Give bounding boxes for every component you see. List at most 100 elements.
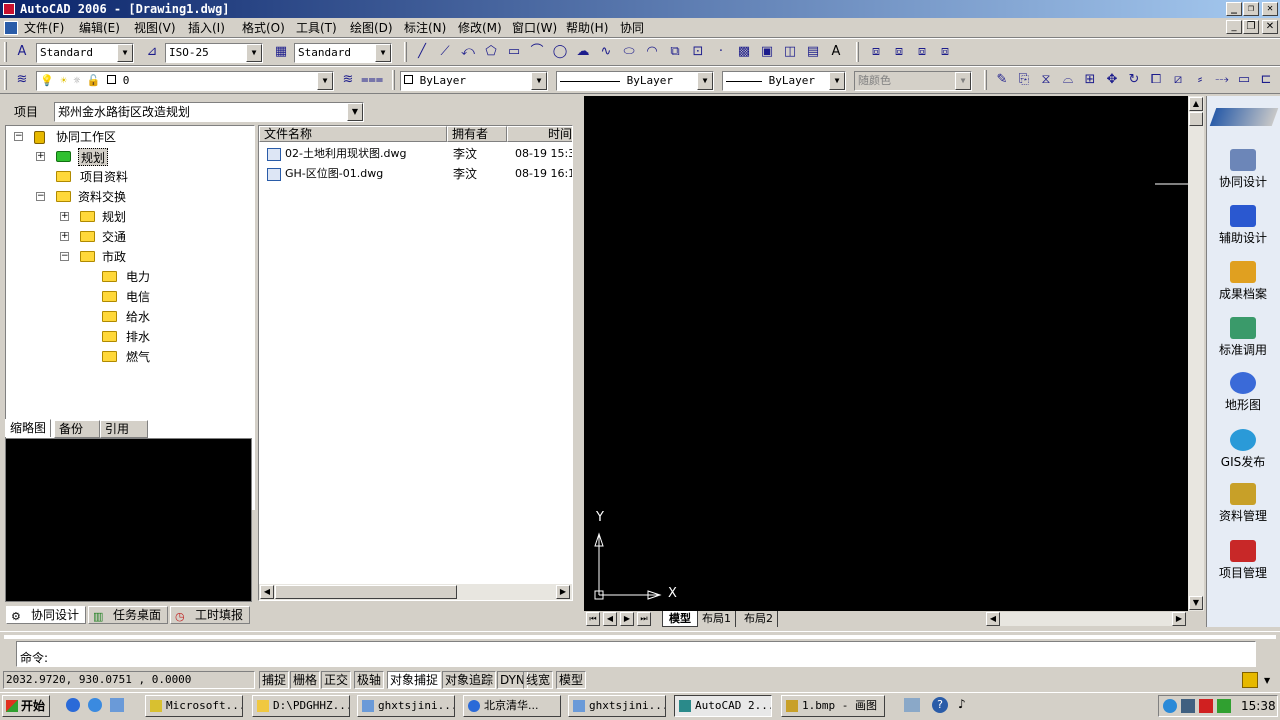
canvas-hscrollbar[interactable]: ◀ ▶	[986, 612, 1186, 626]
break-icon[interactable]: ▭	[1234, 70, 1254, 90]
lineweight-select[interactable]: ByLayer ▼	[722, 71, 846, 91]
scroll-left-icon[interactable]: ◀	[986, 612, 1000, 626]
layer-on-icon[interactable]: 💡	[40, 74, 54, 87]
chevron-down-icon[interactable]: ▼	[317, 72, 333, 90]
tab-task-desktop[interactable]: ▥ 任务桌面	[88, 606, 168, 624]
table-icon[interactable]: ▤	[803, 42, 823, 62]
collapse-icon[interactable]: −	[60, 252, 69, 261]
hatch-icon[interactable]: ▩	[734, 42, 754, 62]
menu-draw[interactable]: 绘图(D)	[346, 20, 397, 36]
expand-icon[interactable]: +	[60, 232, 69, 241]
osnap-toggle[interactable]: 对象捕捉	[387, 671, 442, 689]
send-back-icon[interactable]: ⧈	[889, 42, 909, 62]
toolbar-grip[interactable]	[4, 70, 7, 90]
revision-cloud-icon[interactable]: ☁	[573, 42, 593, 62]
dim-style-icon[interactable]: ⊿	[142, 42, 162, 62]
toolbar-grip[interactable]	[4, 42, 7, 62]
menu-collab[interactable]: 协同	[616, 20, 648, 36]
arc-icon[interactable]: ⌒	[527, 42, 547, 62]
gradient-icon[interactable]: ▣	[757, 42, 777, 62]
make-layer-current-icon[interactable]: ≋	[338, 70, 358, 90]
autocad-app-icon[interactable]	[3, 3, 15, 15]
scroll-left-icon[interactable]: ◀	[260, 585, 274, 599]
lineweight-toggle[interactable]: 线宽	[523, 671, 554, 689]
antivirus-icon[interactable]	[1199, 699, 1213, 713]
multiline-text-icon[interactable]: A	[826, 42, 846, 62]
otrack-toggle[interactable]: 对象追踪	[442, 671, 497, 689]
menu-dimension[interactable]: 标注(N)	[400, 20, 450, 36]
stretch-icon[interactable]: ⧄	[1168, 70, 1188, 90]
menu-window[interactable]: 窗口(W)	[508, 20, 561, 36]
ellipse-icon[interactable]: ⬭	[619, 42, 639, 62]
col-header-name[interactable]: 文件名称	[259, 126, 447, 142]
layer-viewport-icon[interactable]: ☼	[74, 74, 81, 87]
next-tab-icon[interactable]: ▶	[620, 612, 634, 626]
menu-format[interactable]: 格式(O)	[238, 20, 289, 36]
expand-icon[interactable]: +	[60, 212, 69, 221]
scroll-thumb[interactable]	[1189, 112, 1203, 126]
sidebar-item-standards[interactable]: 标准调用	[1210, 317, 1276, 358]
statusbar-menu-icon[interactable]: ▼	[1264, 676, 1270, 685]
linetype-select[interactable]: ByLayer ▼	[556, 71, 714, 91]
collapse-icon[interactable]: −	[36, 192, 45, 201]
layer-previous-icon[interactable]: ⩶	[361, 70, 383, 90]
layer-lock-icon[interactable]: 🔓	[87, 74, 101, 87]
chevron-down-icon[interactable]: ▼	[117, 44, 133, 62]
show-desktop-icon[interactable]	[110, 698, 124, 712]
sidebar-item-terrain[interactable]: 地形图	[1210, 372, 1276, 413]
canvas-vscrollbar[interactable]: ▲ ▼	[1188, 96, 1204, 611]
network-icon[interactable]	[904, 698, 920, 712]
col-header-time[interactable]: 时间	[507, 126, 572, 142]
rectangle-icon[interactable]: ▭	[504, 42, 524, 62]
ie-icon[interactable]	[66, 698, 80, 712]
project-select[interactable]: 郑州金水路街区改造规划 ▼	[54, 102, 364, 122]
join-icon[interactable]: ⊏	[1256, 70, 1276, 90]
erase-icon[interactable]: ✎	[992, 70, 1012, 90]
close-icon[interactable]: ✕	[1262, 2, 1278, 16]
col-header-owner[interactable]: 拥有者	[447, 126, 507, 142]
toolbar-grip[interactable]	[984, 70, 987, 90]
text-style-icon[interactable]: A	[12, 42, 32, 62]
tab-layout1[interactable]: 布局1	[698, 611, 736, 627]
copy-icon[interactable]: ⎘	[1014, 70, 1034, 90]
taskbar-item-explorer[interactable]: D:\PDGHHZ...	[252, 695, 350, 717]
table-style-icon[interactable]: ▦	[271, 42, 291, 62]
coordinate-display[interactable]: 2032.9720, 930.0751 , 0.0000	[3, 671, 255, 689]
chevron-down-icon[interactable]: ▼	[246, 44, 262, 62]
tray-app-icon[interactable]	[1217, 699, 1231, 713]
sidebar-header-icon[interactable]	[1209, 108, 1279, 126]
extend-icon[interactable]: ⤏	[1212, 70, 1232, 90]
file-list-hscrollbar[interactable]: ◀ ▶	[259, 584, 572, 600]
mirror-icon[interactable]: ⧖	[1036, 70, 1056, 90]
model-toggle[interactable]: 模型	[556, 671, 587, 689]
taskbar-item-autocad[interactable]: AutoCAD 2...	[674, 695, 772, 717]
globe-tray-icon[interactable]	[1163, 699, 1177, 713]
menu-file[interactable]: 文件(F)	[20, 20, 68, 36]
color-select[interactable]: ByLayer ▼	[400, 71, 548, 91]
help-icon[interactable]: ?	[932, 697, 948, 713]
document-icon[interactable]	[4, 21, 18, 35]
polyline-icon[interactable]: ⤺	[458, 42, 478, 62]
sidebar-item-project-manage[interactable]: 项目管理	[1210, 540, 1276, 581]
menu-edit[interactable]: 编辑(E)	[75, 20, 124, 36]
menu-help[interactable]: 帮助(H)	[562, 20, 612, 36]
chevron-down-icon[interactable]: ▼	[829, 72, 845, 90]
line-icon[interactable]: ╱	[412, 42, 432, 62]
offset-icon[interactable]: ⌓	[1058, 70, 1078, 90]
tab-thumbnail[interactable]: 缩略图	[5, 419, 52, 437]
prev-tab-icon[interactable]: ◀	[603, 612, 617, 626]
snap-toggle[interactable]: 捕捉	[259, 671, 290, 689]
insert-block-icon[interactable]: ⧉	[665, 42, 685, 62]
collapse-icon[interactable]: −	[14, 132, 23, 141]
scroll-right-icon[interactable]: ▶	[556, 585, 570, 599]
drawing-canvas[interactable]: Y X	[584, 96, 1188, 611]
clock[interactable]: 15:38	[1241, 699, 1276, 713]
last-tab-icon[interactable]: ⏭	[637, 612, 651, 626]
ortho-toggle[interactable]: 正交	[321, 671, 352, 689]
polygon-icon[interactable]: ⬠	[481, 42, 501, 62]
file-row[interactable]: 02-土地利用现状图.dwg 李汶 08-19 15:3	[259, 144, 572, 164]
chevron-down-icon[interactable]: ▼	[347, 103, 363, 121]
doc-minimize-icon[interactable]: _	[1226, 20, 1242, 34]
layer-thaw-icon[interactable]: ☀	[60, 74, 67, 87]
menu-modify[interactable]: 修改(M)	[454, 20, 506, 36]
